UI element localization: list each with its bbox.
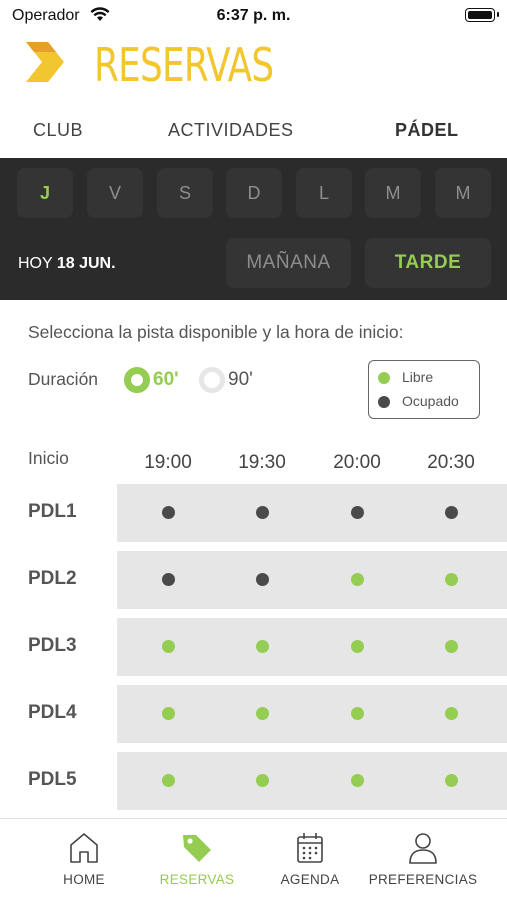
tabbar-preferencias-label: PREFERENCIAS xyxy=(368,872,478,887)
court-name: PDL2 xyxy=(28,568,77,589)
day-button-monday[interactable]: L xyxy=(296,168,352,218)
court-row: PDL5 xyxy=(0,752,507,810)
day-button-sunday[interactable]: D xyxy=(226,168,282,218)
duration-60-label[interactable]: 60' xyxy=(153,369,179,391)
slot-free[interactable] xyxy=(350,640,364,653)
selected-date: HOY 18 JUN. xyxy=(18,255,116,273)
day-button-friday[interactable]: V xyxy=(87,168,143,218)
court-row: PDL3 xyxy=(0,618,507,676)
day-button-wednesday[interactable]: M xyxy=(435,168,491,218)
court-slots xyxy=(117,484,507,542)
shift-afternoon-button[interactable]: TARDE xyxy=(365,238,491,288)
court-name: PDL3 xyxy=(28,635,77,656)
header: RESERVAS xyxy=(0,34,507,96)
tab-actividades[interactable]: ACTIVIDADES xyxy=(168,120,294,141)
page-title: RESERVAS xyxy=(94,38,274,92)
schedule-header: Inicio 19:00 19:30 20:00 20:30 xyxy=(0,446,507,480)
tabbar-reservas[interactable]: RESERVAS xyxy=(152,819,242,900)
legend-item-free: Libre xyxy=(378,369,478,387)
duration-90-label[interactable]: 90' xyxy=(228,369,253,391)
slot-free[interactable] xyxy=(350,774,364,787)
slot-busy xyxy=(161,506,175,519)
tabbar-home[interactable]: HOME xyxy=(44,819,124,900)
court-slots xyxy=(117,618,507,676)
slot-free[interactable] xyxy=(350,707,364,720)
date-prefix: HOY xyxy=(18,255,53,272)
slot-busy xyxy=(444,506,458,519)
free-dot-icon xyxy=(378,372,390,384)
court-name: PDL1 xyxy=(28,501,77,522)
date-picker-panel: J V S D L M M HOY 18 JUN. MAÑANA TARDE xyxy=(0,158,507,300)
bottom-tab-bar: HOME RESERVAS AGENDA PREFERENCIAS xyxy=(0,818,507,900)
court-slots xyxy=(117,685,507,743)
legend: Libre Ocupado xyxy=(368,360,480,419)
legend-free-label: Libre xyxy=(402,369,434,385)
day-button-thursday[interactable]: J xyxy=(17,168,73,218)
chevron-logo-icon xyxy=(26,42,66,87)
slot-free[interactable] xyxy=(255,774,269,787)
tab-padel[interactable]: PÁDEL xyxy=(395,120,459,141)
slot-free[interactable] xyxy=(444,640,458,653)
slot-busy xyxy=(350,506,364,519)
user-icon xyxy=(407,831,439,865)
slot-busy xyxy=(255,573,269,586)
home-icon xyxy=(68,831,100,865)
time-slot-header: 19:30 xyxy=(238,452,286,473)
time-slot-header: 19:00 xyxy=(144,452,192,473)
time-slot-header: 20:30 xyxy=(427,452,475,473)
court-row: PDL1 xyxy=(0,484,507,542)
battery-icon xyxy=(465,8,499,22)
slot-free[interactable] xyxy=(161,707,175,720)
calendar-icon xyxy=(294,831,326,865)
start-label: Inicio xyxy=(28,448,69,468)
tab-club[interactable]: CLUB xyxy=(33,120,83,141)
slot-free[interactable] xyxy=(444,774,458,787)
date-value: 18 JUN. xyxy=(56,255,116,272)
slot-free[interactable] xyxy=(444,573,458,586)
clock: 6:37 p. m. xyxy=(216,7,291,24)
court-row: PDL2 xyxy=(0,551,507,609)
tabbar-reservas-label: RESERVAS xyxy=(159,872,235,887)
slot-busy xyxy=(255,506,269,519)
duration-90-radio[interactable] xyxy=(199,367,225,393)
court-slots xyxy=(117,551,507,609)
tabbar-preferencias[interactable]: PREFERENCIAS xyxy=(366,819,480,900)
day-button-tuesday[interactable]: M xyxy=(365,168,421,218)
slot-free[interactable] xyxy=(161,774,175,787)
duration-60-radio[interactable] xyxy=(124,367,150,393)
instructions-text: Selecciona la pista disponible y la hora… xyxy=(28,322,404,342)
slot-busy xyxy=(161,573,175,586)
court-slots xyxy=(117,752,507,810)
slot-free[interactable] xyxy=(161,640,175,653)
category-tabs: CLUB ACTIVIDADES PÁDEL xyxy=(0,104,507,158)
busy-dot-icon xyxy=(378,396,390,408)
time-slot-header: 20:00 xyxy=(333,452,381,473)
court-name: PDL4 xyxy=(28,702,77,723)
tabbar-home-label: HOME xyxy=(63,872,105,887)
tabbar-agenda[interactable]: AGENDA xyxy=(270,819,350,900)
legend-busy-label: Ocupado xyxy=(402,393,459,409)
court-row: PDL4 xyxy=(0,685,507,743)
slot-free[interactable] xyxy=(255,707,269,720)
legend-item-busy: Ocupado xyxy=(378,393,478,411)
slot-free[interactable] xyxy=(350,573,364,586)
day-button-saturday[interactable]: S xyxy=(157,168,213,218)
shift-morning-button[interactable]: MAÑANA xyxy=(226,238,351,288)
slot-free[interactable] xyxy=(444,707,458,720)
court-name: PDL5 xyxy=(28,769,77,790)
tabbar-agenda-label: AGENDA xyxy=(280,872,340,887)
duration-label: Duración xyxy=(28,369,99,389)
slot-free[interactable] xyxy=(255,640,269,653)
tag-icon xyxy=(181,831,213,865)
duration-selector: Duración 60' 90' xyxy=(28,366,328,394)
status-bar: Operador 6:37 p. m. xyxy=(0,0,507,30)
